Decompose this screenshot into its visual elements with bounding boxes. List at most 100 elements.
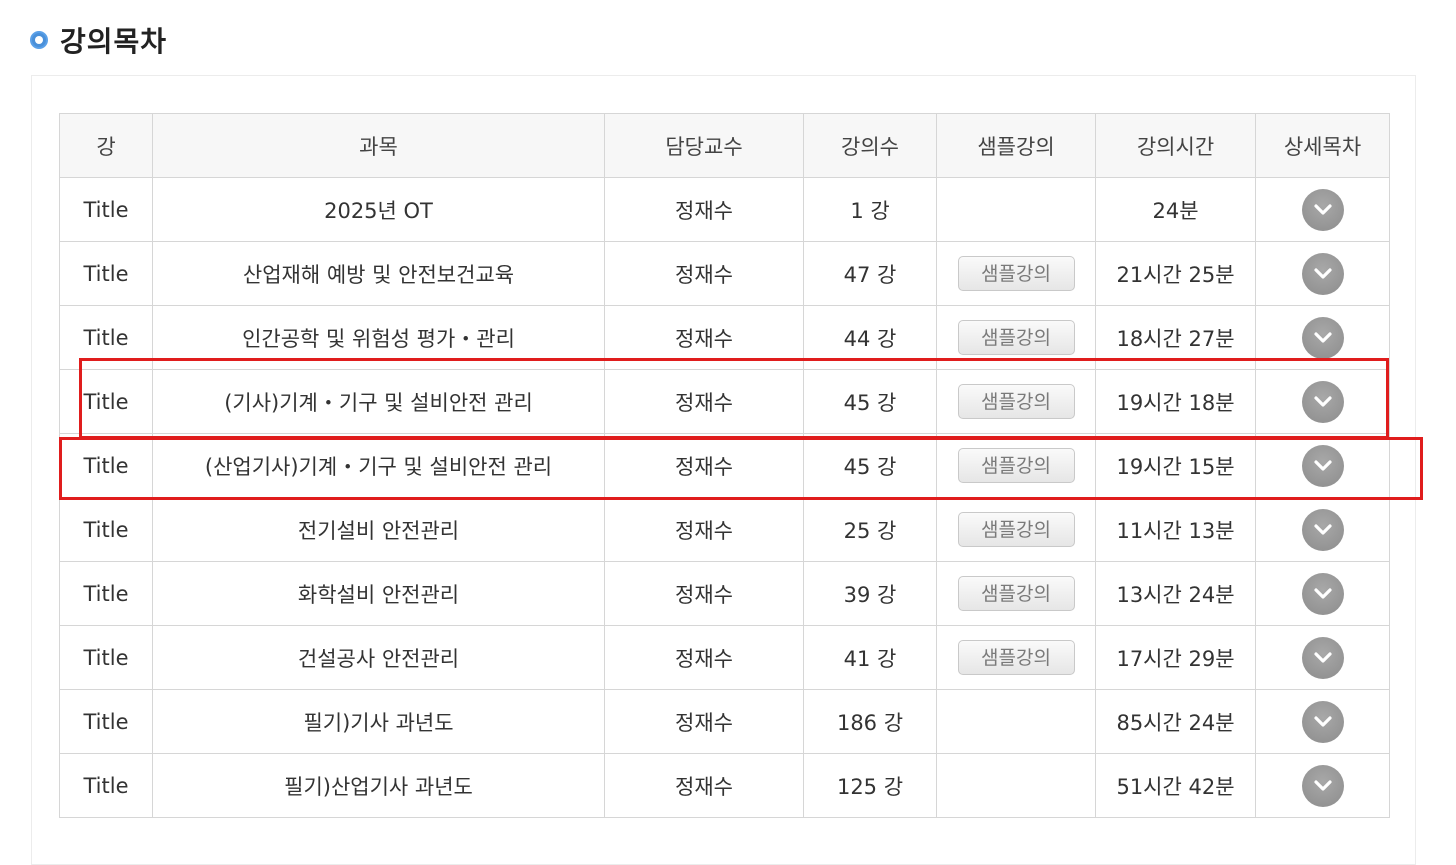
lecture-cell: Title bbox=[59, 561, 153, 626]
duration-cell: 13시간 24분 bbox=[1095, 561, 1256, 626]
subject-cell: 산업재해 예방 및 안전보건교육 bbox=[152, 241, 605, 306]
duration-cell: 51시간 42분 bbox=[1095, 753, 1256, 818]
sample-lecture-button[interactable]: 샘플강의 bbox=[957, 448, 1075, 483]
count-cell: 45 강 bbox=[803, 433, 937, 498]
lecture-cell: Title bbox=[59, 177, 153, 242]
subject-cell: 건설공사 안전관리 bbox=[152, 625, 605, 690]
sample-cell: 샘플강의 bbox=[936, 433, 1096, 498]
curriculum-table: 강 과목 담당교수 강의수 샘플강의 강의시간 상세목차 Title 2025년 … bbox=[59, 113, 1390, 818]
detail-cell bbox=[1255, 241, 1390, 306]
subject-cell: 인간공학 및 위험성 평가・관리 bbox=[152, 305, 605, 370]
detail-toggle-button[interactable] bbox=[1301, 444, 1344, 487]
lecture-cell: Title bbox=[59, 241, 153, 306]
professor-cell: 정재수 bbox=[604, 369, 804, 434]
detail-cell bbox=[1255, 625, 1390, 690]
sample-lecture-button[interactable]: 샘플강의 bbox=[957, 320, 1075, 355]
detail-toggle-button[interactable] bbox=[1301, 316, 1344, 359]
detail-cell bbox=[1255, 369, 1390, 434]
section-header: 강의목차 bbox=[30, 22, 167, 58]
detail-toggle-button[interactable] bbox=[1301, 764, 1344, 807]
sample-cell: 샘플강의 bbox=[936, 369, 1096, 434]
sample-cell: 샘플강의 bbox=[936, 625, 1096, 690]
table-row: Title 건설공사 안전관리 정재수 41 강 샘플강의 17시간 29분 bbox=[59, 625, 1390, 690]
detail-cell bbox=[1255, 433, 1390, 498]
subject-cell: (기사)기계・기구 및 설비안전 관리 bbox=[152, 369, 605, 434]
section-title: 강의목차 bbox=[60, 25, 168, 58]
sample-cell bbox=[936, 177, 1096, 242]
professor-cell: 정재수 bbox=[604, 689, 804, 754]
subject-cell: 필기)산업기사 과년도 bbox=[152, 753, 605, 818]
professor-cell: 정재수 bbox=[604, 561, 804, 626]
detail-toggle-button[interactable] bbox=[1301, 380, 1344, 423]
table-header-row: 강 과목 담당교수 강의수 샘플강의 강의시간 상세목차 bbox=[59, 113, 1390, 178]
header-lecture: 강 bbox=[59, 113, 153, 178]
table-row: Title (산업기사)기계・기구 및 설비안전 관리 정재수 45 강 샘플강의 19시… bbox=[59, 433, 1390, 498]
subject-cell: 전기설비 안전관리 bbox=[152, 497, 605, 562]
detail-toggle-button[interactable] bbox=[1301, 188, 1344, 231]
count-cell: 25 강 bbox=[803, 497, 937, 562]
detail-cell bbox=[1255, 177, 1390, 242]
count-cell: 186 강 bbox=[803, 689, 937, 754]
sample-lecture-button[interactable]: 샘플강의 bbox=[957, 640, 1075, 675]
table-row: Title 산업재해 예방 및 안전보건교육 정재수 47 강 샘플강의 21시간 25분 bbox=[59, 241, 1390, 306]
table-row: Title 필기)산업기사 과년도 정재수 125 강 51시간 42분 bbox=[59, 753, 1390, 818]
detail-toggle-button[interactable] bbox=[1301, 252, 1344, 295]
duration-cell: 18시간 27분 bbox=[1095, 305, 1256, 370]
professor-cell: 정재수 bbox=[604, 497, 804, 562]
sample-cell: 샘플강의 bbox=[936, 305, 1096, 370]
count-cell: 47 강 bbox=[803, 241, 937, 306]
sample-lecture-button[interactable]: 샘플강의 bbox=[957, 256, 1075, 291]
count-cell: 45 강 bbox=[803, 369, 937, 434]
duration-cell: 85시간 24분 bbox=[1095, 689, 1256, 754]
header-detail: 상세목차 bbox=[1255, 113, 1390, 178]
duration-cell: 21시간 25분 bbox=[1095, 241, 1256, 306]
duration-cell: 11시간 13분 bbox=[1095, 497, 1256, 562]
lecture-cell: Title bbox=[59, 433, 153, 498]
count-cell: 44 강 bbox=[803, 305, 937, 370]
table-row: Title (기사)기계・기구 및 설비안전 관리 정재수 45 강 샘플강의 19시간 … bbox=[59, 369, 1390, 434]
sample-lecture-button[interactable]: 샘플강의 bbox=[957, 512, 1075, 547]
detail-toggle-button[interactable] bbox=[1301, 572, 1344, 615]
detail-toggle-button[interactable] bbox=[1301, 700, 1344, 743]
detail-cell bbox=[1255, 561, 1390, 626]
duration-cell: 17시간 29분 bbox=[1095, 625, 1256, 690]
subject-cell: 화학설비 안전관리 bbox=[152, 561, 605, 626]
lecture-cell: Title bbox=[59, 625, 153, 690]
detail-toggle-button[interactable] bbox=[1301, 508, 1344, 551]
subject-cell: (산업기사)기계・기구 및 설비안전 관리 bbox=[152, 433, 605, 498]
professor-cell: 정재수 bbox=[604, 241, 804, 306]
sample-cell bbox=[936, 753, 1096, 818]
table-row: Title 전기설비 안전관리 정재수 25 강 샘플강의 11시간 13분 bbox=[59, 497, 1390, 562]
duration-cell: 19시간 15분 bbox=[1095, 433, 1256, 498]
table-row: Title 인간공학 및 위험성 평가・관리 정재수 44 강 샘플강의 18시간 27분 bbox=[59, 305, 1390, 370]
header-sample: 샘플강의 bbox=[936, 113, 1096, 178]
detail-cell bbox=[1255, 753, 1390, 818]
detail-cell bbox=[1255, 497, 1390, 562]
header-count: 강의수 bbox=[803, 113, 937, 178]
sample-lecture-button[interactable]: 샘플강의 bbox=[957, 384, 1075, 419]
circle-bullet-icon bbox=[30, 31, 48, 49]
lecture-cell: Title bbox=[59, 753, 153, 818]
sample-lecture-button[interactable]: 샘플강의 bbox=[957, 576, 1075, 611]
header-subject: 과목 bbox=[152, 113, 605, 178]
count-cell: 1 강 bbox=[803, 177, 937, 242]
table-row: Title 필기)기사 과년도 정재수 186 강 85시간 24분 bbox=[59, 689, 1390, 754]
duration-cell: 19시간 18분 bbox=[1095, 369, 1256, 434]
professor-cell: 정재수 bbox=[604, 177, 804, 242]
detail-cell bbox=[1255, 305, 1390, 370]
professor-cell: 정재수 bbox=[604, 433, 804, 498]
detail-toggle-button[interactable] bbox=[1301, 636, 1344, 679]
sample-cell: 샘플강의 bbox=[936, 561, 1096, 626]
sample-cell bbox=[936, 689, 1096, 754]
header-duration: 강의시간 bbox=[1095, 113, 1256, 178]
lecture-cell: Title bbox=[59, 689, 153, 754]
duration-cell: 24분 bbox=[1095, 177, 1256, 242]
count-cell: 41 강 bbox=[803, 625, 937, 690]
lecture-cell: Title bbox=[59, 497, 153, 562]
count-cell: 125 강 bbox=[803, 753, 937, 818]
sample-cell: 샘플강의 bbox=[936, 241, 1096, 306]
sample-cell: 샘플강의 bbox=[936, 497, 1096, 562]
lecture-cell: Title bbox=[59, 305, 153, 370]
subject-cell: 필기)기사 과년도 bbox=[152, 689, 605, 754]
lecture-cell: Title bbox=[59, 369, 153, 434]
